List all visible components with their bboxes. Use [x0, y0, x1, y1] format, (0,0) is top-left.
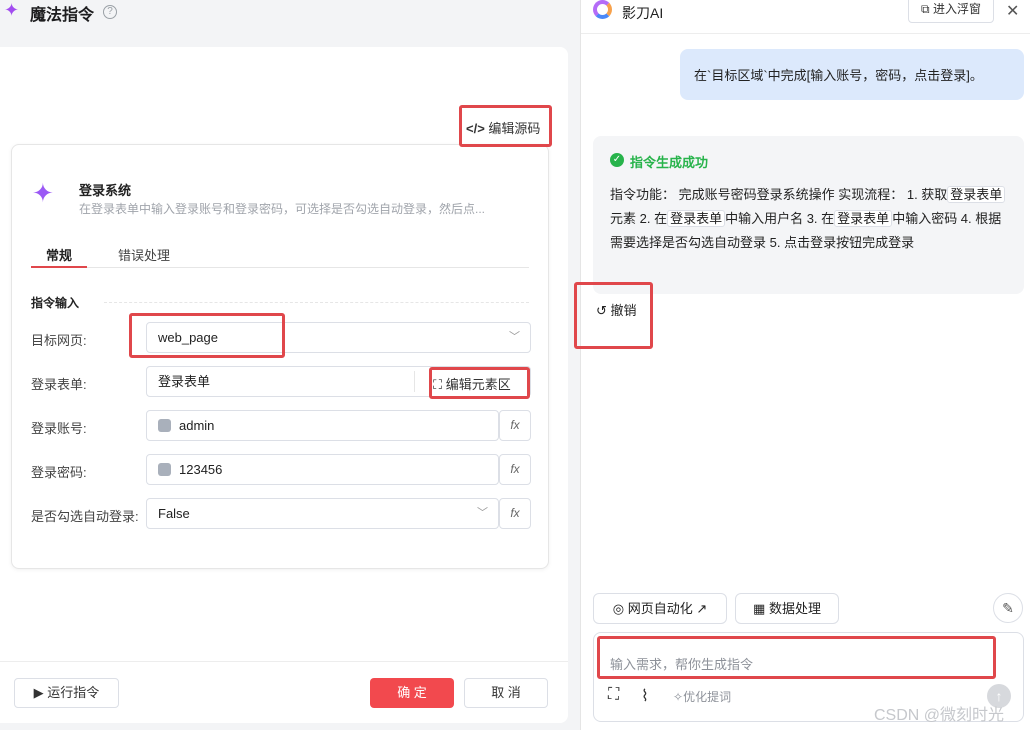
field-label-account: 登录账号: — [31, 421, 87, 436]
edit-source-button[interactable]: </> 编辑源码 — [466, 118, 540, 137]
target-page-select[interactable]: web_page ﹀ — [146, 322, 531, 353]
auto-login-value: False — [158, 506, 190, 521]
auto-login-select[interactable]: False ﹀ — [146, 498, 499, 529]
page-title: 魔法指令 — [30, 7, 95, 24]
chip-web-automation[interactable]: ◎ 网页自动化 ↗ — [593, 593, 727, 624]
chip-label: 网页自动化 — [627, 601, 693, 616]
scan-icon: ⛶ — [433, 377, 443, 392]
check-circle-icon: ✓ — [610, 153, 624, 167]
ai-app-name: 影刀AI — [622, 5, 664, 21]
tab-active-indicator — [31, 266, 87, 268]
edit-element-label: 编辑元素区 — [445, 377, 511, 392]
password-input[interactable]: 123456 — [146, 454, 499, 485]
footer-divider — [0, 661, 568, 662]
code-icon: </> — [466, 121, 485, 136]
reply-status: 指令生成成功 — [630, 155, 709, 170]
reply-body: 指令功能： 完成账号密码登录系统操作 实现流程： 1. 获取 登录表单元素 2. … — [610, 183, 1010, 255]
help-icon[interactable]: ? — [103, 5, 117, 19]
tab-error-handling[interactable]: 错误处理 — [118, 245, 170, 264]
chat-input-placeholder[interactable]: 输入需求，帮你生成指令 — [610, 654, 753, 673]
brush-icon[interactable]: ✎ — [993, 593, 1023, 623]
paperclip-icon[interactable]: ⌇ — [641, 686, 649, 706]
account-value: admin — [179, 418, 215, 433]
chevron-down-icon: ﹀ — [477, 507, 488, 519]
optimize-prompt-button[interactable]: ✧优化提词 — [673, 688, 731, 705]
reply-text: 中输入用户名 3. 在 — [725, 211, 835, 226]
table-icon: ▦ — [753, 601, 766, 616]
field-label-target-page: 目标网页: — [31, 333, 87, 348]
cancel-button[interactable]: 取 消 — [464, 678, 548, 708]
watermark: CSDN @微刻时光 — [874, 707, 1005, 724]
section-title: 指令输入 — [31, 296, 80, 310]
field-label-login-form: 登录表单: — [31, 377, 87, 392]
sparkle-icon: ✦ — [32, 178, 54, 208]
tabs-divider — [31, 267, 529, 268]
reply-text: 元素 2. 在 — [610, 211, 668, 226]
field-label-auto-login: 是否勾选自动登录: — [31, 509, 139, 524]
python-icon — [158, 463, 171, 476]
user-message: 在`目标区域`中完成[输入账号，密码，点击登录]。 — [680, 49, 1024, 100]
field-divider — [414, 371, 415, 392]
close-icon[interactable]: ✕ — [1006, 1, 1019, 21]
python-icon — [158, 419, 171, 432]
window-icon: ⧉ — [921, 2, 930, 16]
header-divider — [581, 33, 1030, 34]
target-page-value: web_page — [158, 330, 218, 345]
edit-source-label: 编辑源码 — [488, 121, 541, 136]
section-divider — [104, 302, 529, 303]
float-window-label: 进入浮窗 — [932, 2, 981, 16]
element-tag: 登录表单 — [947, 186, 1006, 203]
scan-icon[interactable]: ⛶ — [608, 686, 619, 704]
command-title: 登录系统 — [79, 183, 132, 198]
fx-button[interactable]: fx — [499, 454, 531, 485]
chip-label: 数据处理 — [768, 601, 821, 616]
run-command-label: 运行指令 — [47, 685, 100, 700]
fx-button[interactable]: fx — [499, 410, 531, 441]
fx-button[interactable]: fx — [499, 498, 531, 529]
undo-icon: ↺ — [596, 303, 607, 318]
field-label-password: 登录密码: — [31, 465, 87, 480]
element-tag: 登录表单 — [834, 210, 893, 227]
float-window-button[interactable]: ⧉ 进入浮窗 — [908, 0, 994, 23]
instruction-panel: ✦ 魔法指令 ? </> 编辑源码 ✦ 登录系统 在登录表单中输入登录账号和登录… — [0, 0, 580, 730]
play-icon: ▶ — [33, 685, 44, 700]
optimize-label: 优化提词 — [683, 690, 732, 704]
edit-element-button[interactable]: ⛶ 编辑元素区 — [433, 374, 511, 393]
chevron-down-icon: ﹀ — [509, 331, 520, 343]
external-link-icon: ↗ — [696, 601, 708, 616]
account-input[interactable]: admin — [146, 410, 499, 441]
ai-logo-icon — [593, 0, 612, 19]
sparkle-icon: ✦ — [4, 0, 20, 20]
command-description: 在登录表单中输入登录账号和登录密码，可选择是否勾选自动登录，然后点... — [79, 202, 486, 216]
element-tag: 登录表单 — [667, 210, 726, 227]
tab-general[interactable]: 常规 — [46, 245, 72, 264]
login-form-value: 登录表单 — [158, 374, 211, 389]
password-value: 123456 — [179, 462, 223, 477]
undo-label: 撤销 — [610, 303, 637, 318]
reply-text: 指令功能： 完成账号密码登录系统操作 实现流程： 1. 获取 — [610, 187, 948, 202]
run-command-button[interactable]: ▶ 运行指令 — [14, 678, 119, 708]
confirm-button[interactable]: 确 定 — [370, 678, 454, 708]
undo-button[interactable]: ↺ 撤销 — [596, 300, 637, 319]
sparkle-icon: ✧ — [673, 690, 684, 704]
chip-data-processing[interactable]: ▦ 数据处理 — [735, 593, 839, 624]
chrome-icon: ◎ — [612, 601, 625, 616]
